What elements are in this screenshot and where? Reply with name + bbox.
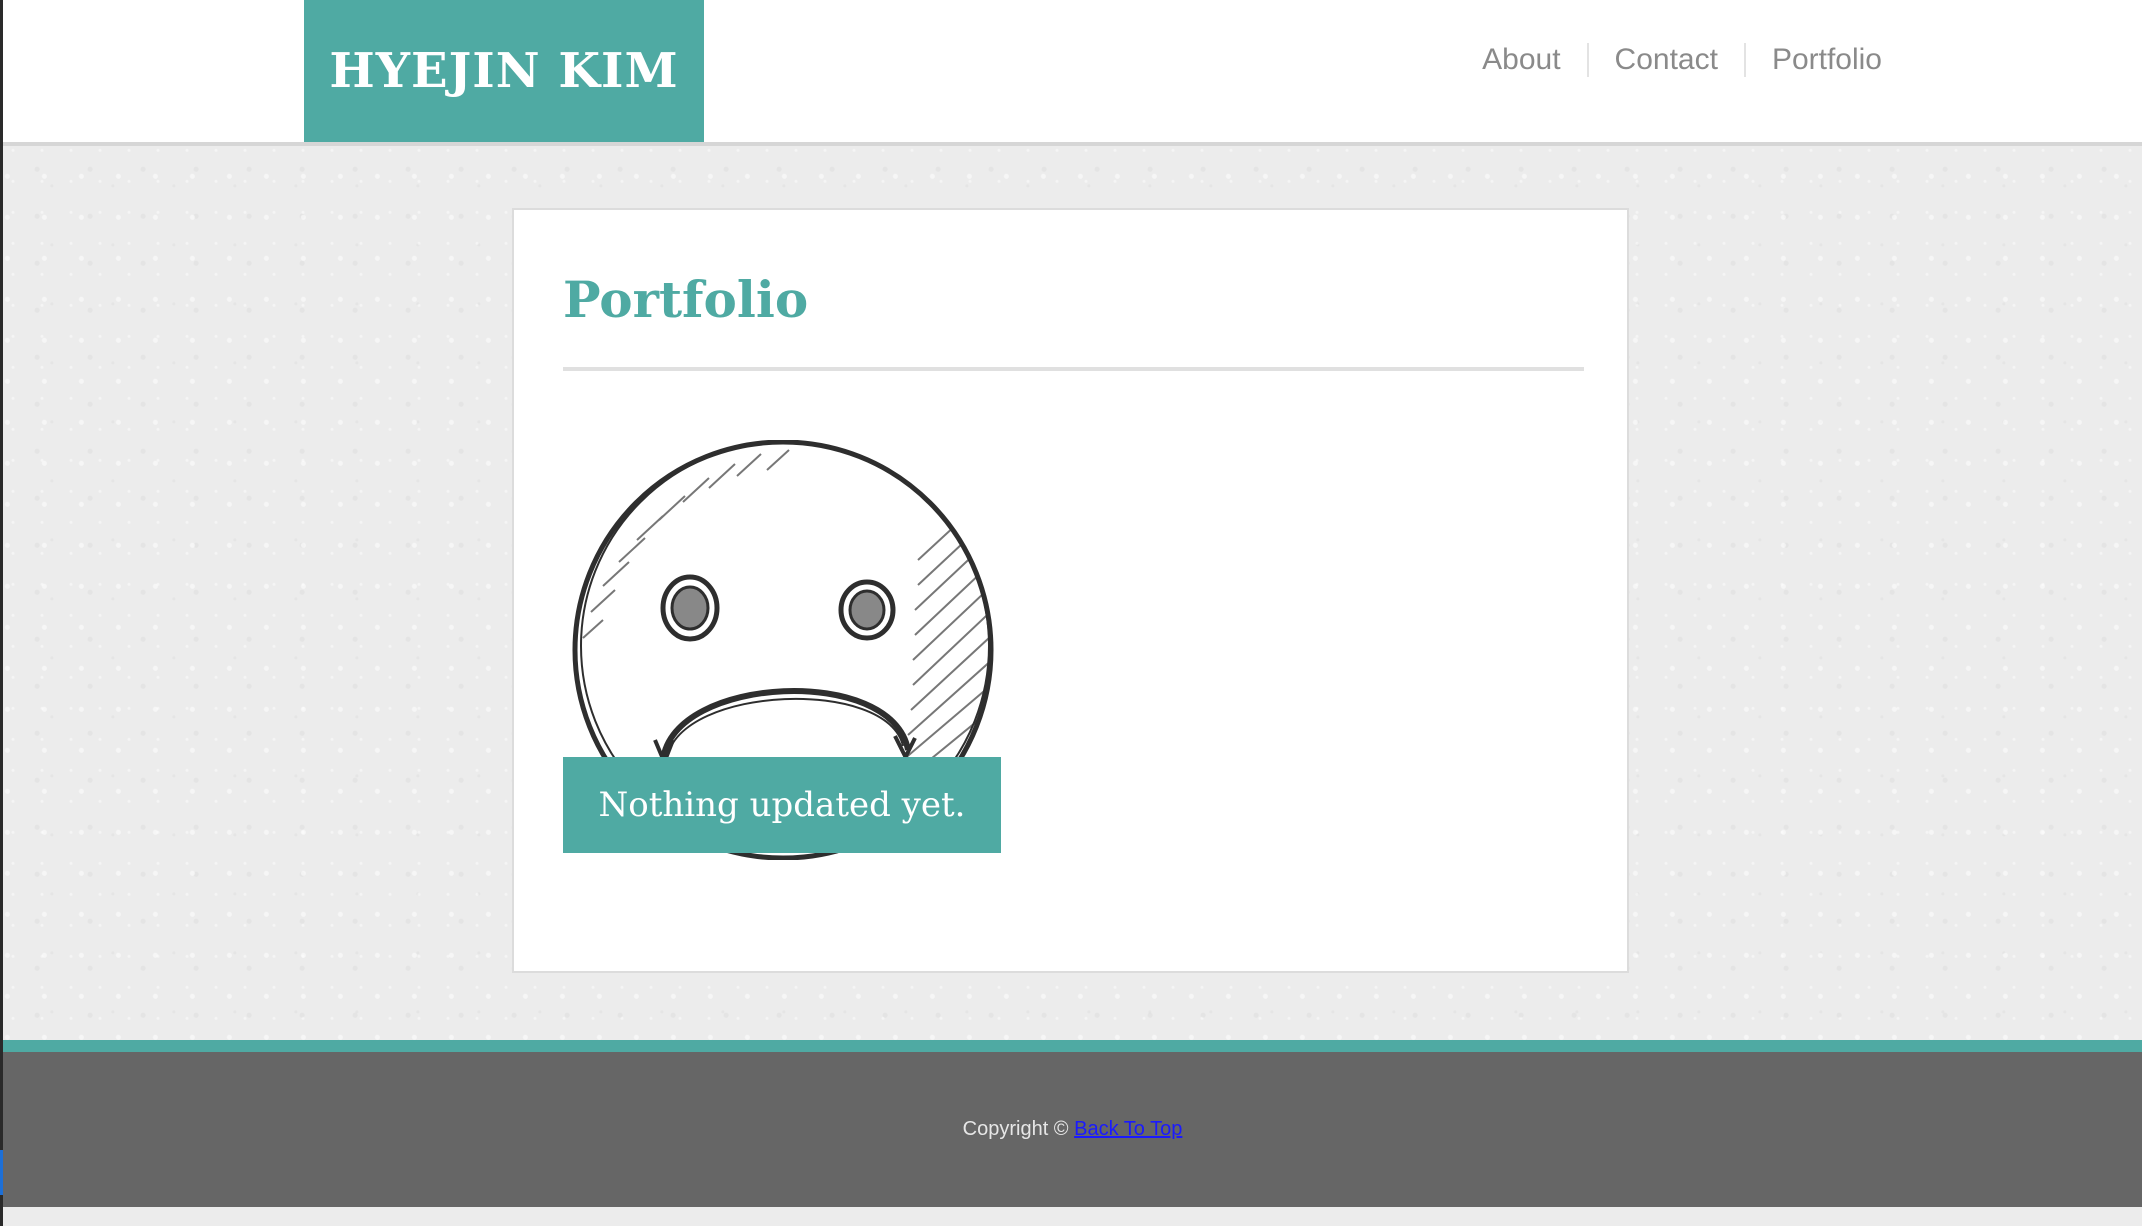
footer-accent-bar bbox=[3, 1040, 2142, 1052]
status-message: Nothing updated yet. bbox=[598, 785, 966, 825]
title-divider bbox=[563, 367, 1584, 371]
nav-link-contact[interactable]: Contact bbox=[1586, 43, 1744, 77]
footer-copyright-line: Copyright © Back To Top bbox=[963, 1118, 1183, 1141]
site-header: HYEJIN KIM About Contact Portfolio bbox=[3, 0, 2142, 146]
copyright-text: Copyright © bbox=[962, 1118, 1069, 1140]
nav-link-portfolio[interactable]: Portfolio bbox=[1743, 43, 1882, 77]
site-footer: Copyright © Back To Top bbox=[3, 1052, 2142, 1207]
nav-link-about[interactable]: About bbox=[1456, 43, 1586, 77]
back-to-top-link[interactable]: Back To Top bbox=[1074, 1118, 1182, 1140]
page-title: Portfolio bbox=[563, 270, 809, 329]
portfolio-card: Portfolio Nothing updated yet. bbox=[512, 208, 1629, 973]
main-nav: About Contact Portfolio bbox=[1456, 40, 1882, 80]
site-logo[interactable]: HYEJIN KIM bbox=[304, 0, 704, 142]
window-edge-marker bbox=[0, 1150, 3, 1195]
status-banner: Nothing updated yet. bbox=[563, 757, 1001, 853]
site-logo-text: HYEJIN KIM bbox=[329, 43, 679, 99]
